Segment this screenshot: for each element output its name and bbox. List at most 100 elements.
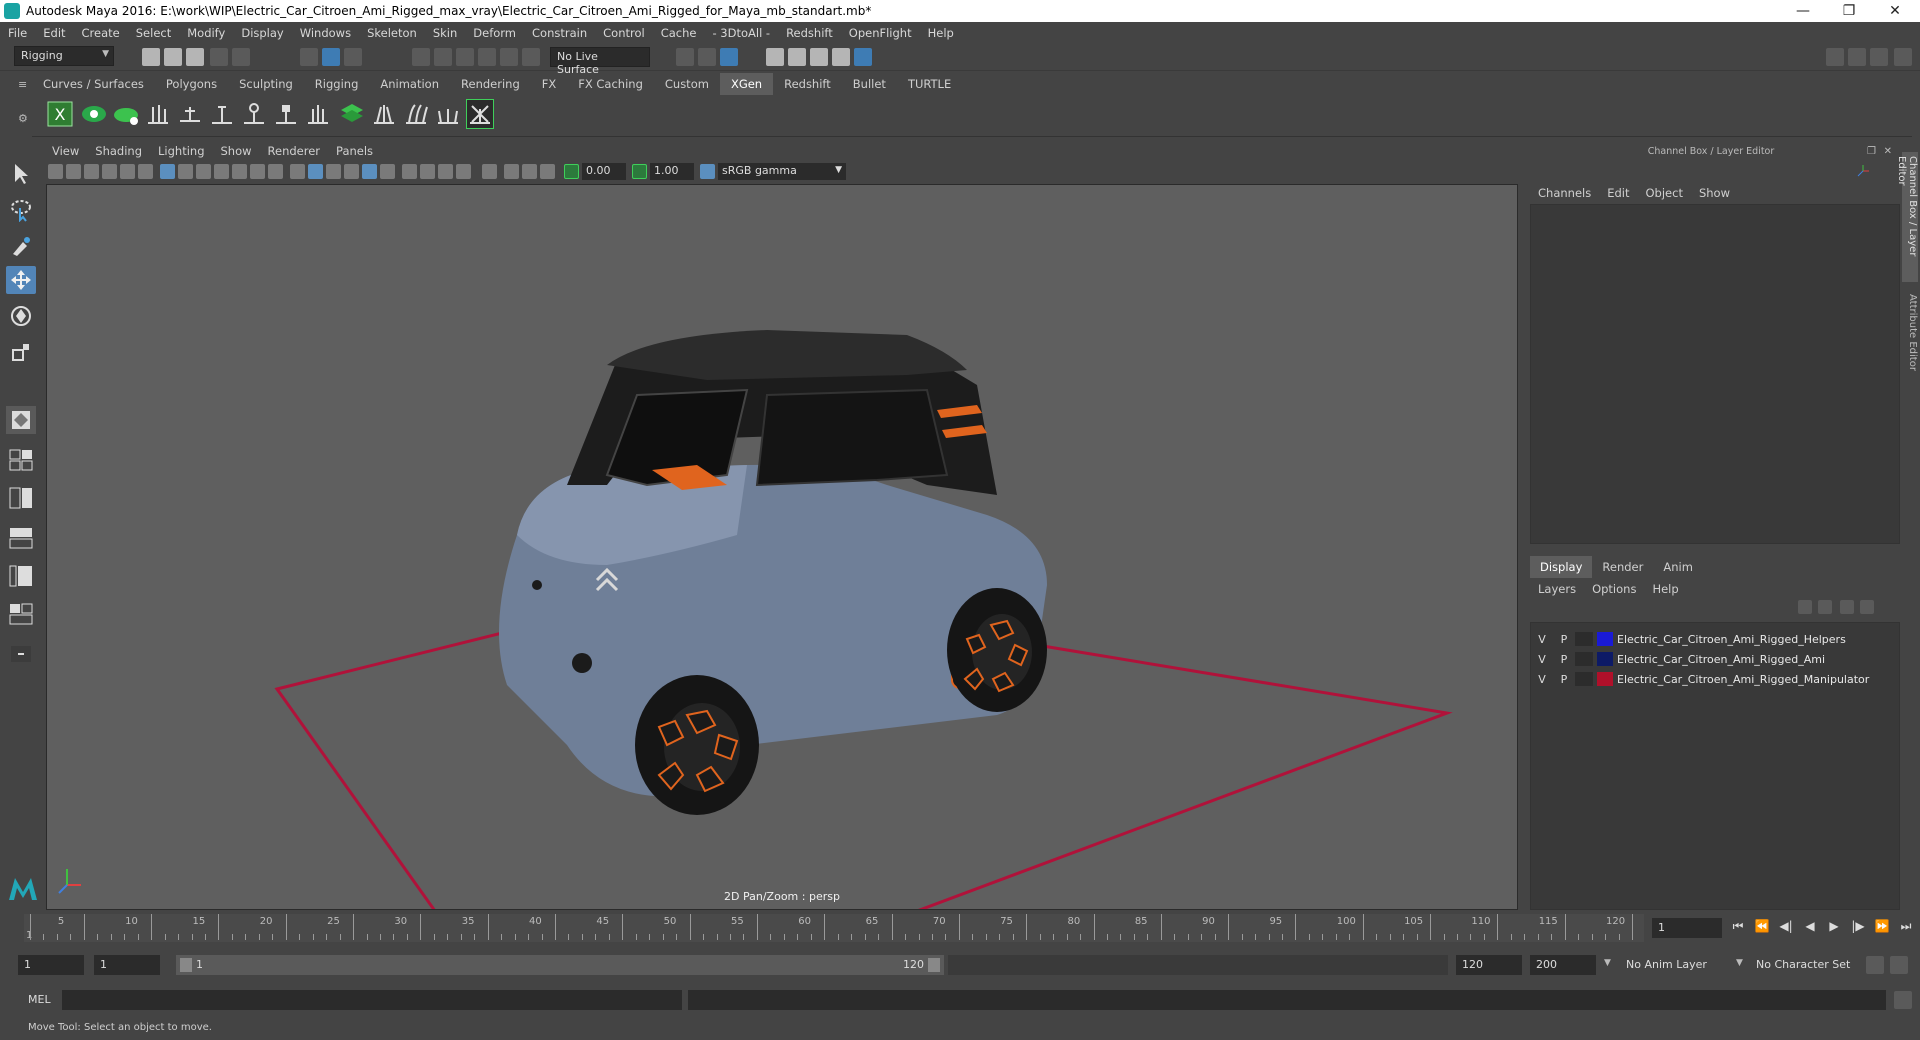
vp-menu-lighting[interactable]: Lighting bbox=[150, 144, 212, 158]
side-tab-channel-box[interactable]: Channel Box / Layer Editor bbox=[1896, 152, 1918, 282]
render-settings-icon[interactable] bbox=[832, 48, 850, 66]
render-view-icon[interactable] bbox=[766, 48, 784, 66]
menu-openflight[interactable]: OpenFlight bbox=[841, 26, 920, 40]
layer-visibility-toggle[interactable]: V bbox=[1531, 633, 1553, 646]
range-slider[interactable]: 1 120 bbox=[176, 955, 944, 975]
lock-guides-icon[interactable] bbox=[272, 99, 300, 129]
xray-icon[interactable] bbox=[504, 164, 519, 179]
view-transform-dropdown[interactable]: sRGB gamma ▼ bbox=[718, 163, 846, 180]
textured-icon[interactable] bbox=[362, 164, 377, 179]
safe-action-icon[interactable] bbox=[250, 164, 265, 179]
vp-menu-renderer[interactable]: Renderer bbox=[260, 144, 329, 158]
grease-pencil-icon[interactable] bbox=[138, 164, 153, 179]
layer-color-swatch[interactable] bbox=[1597, 632, 1613, 646]
tab-custom[interactable]: Custom bbox=[654, 73, 720, 95]
step-back-key-icon[interactable]: ⏪ bbox=[1754, 918, 1770, 934]
restore-button[interactable]: ❐ bbox=[1826, 0, 1872, 22]
xray-active-components-icon[interactable] bbox=[522, 164, 537, 179]
undo-icon[interactable] bbox=[210, 48, 228, 66]
tab-rigging[interactable]: Rigging bbox=[304, 73, 370, 95]
input-ops-icon[interactable] bbox=[676, 48, 694, 66]
menu-control[interactable]: Control bbox=[595, 26, 653, 40]
menu-edit[interactable]: Edit bbox=[35, 26, 73, 40]
shelf-settings-icon[interactable]: ⚙ bbox=[18, 112, 30, 125]
menu-cache[interactable]: Cache bbox=[653, 26, 705, 40]
wireframe-icon[interactable] bbox=[290, 164, 305, 179]
panel-float-icon[interactable]: ❐ bbox=[1867, 146, 1876, 157]
menu-windows[interactable]: Windows bbox=[292, 26, 359, 40]
groom-comb-icon[interactable] bbox=[434, 99, 462, 129]
le-menu-options[interactable]: Options bbox=[1584, 582, 1644, 596]
panel-close-icon[interactable]: ✕ bbox=[1884, 146, 1892, 157]
animation-start-field[interactable]: 1 bbox=[18, 955, 84, 975]
tab-redshift[interactable]: Redshift bbox=[773, 73, 842, 95]
select-camera-icon[interactable] bbox=[48, 164, 63, 179]
snap-curve-icon[interactable] bbox=[434, 48, 452, 66]
redo-icon[interactable] bbox=[232, 48, 250, 66]
menu-redshift[interactable]: Redshift bbox=[778, 26, 841, 40]
menuset-dropdown[interactable]: Rigging ▼ bbox=[14, 46, 114, 66]
xgen-toggle-icon[interactable] bbox=[466, 99, 494, 129]
menu-display[interactable]: Display bbox=[233, 26, 291, 40]
axis-display-icon[interactable] bbox=[1856, 164, 1870, 178]
vp-menu-shading[interactable]: Shading bbox=[87, 144, 150, 158]
tab-bullet[interactable]: Bullet bbox=[842, 73, 897, 95]
color-management-icon[interactable] bbox=[700, 164, 715, 179]
step-forward-frame-icon[interactable]: |▶ bbox=[1850, 918, 1866, 934]
menu-select[interactable]: Select bbox=[128, 26, 179, 40]
safe-title-icon[interactable] bbox=[268, 164, 283, 179]
current-frame-field[interactable]: 1 bbox=[1652, 918, 1722, 938]
3d-viewport[interactable]: 2D Pan/Zoom : persp bbox=[46, 184, 1518, 910]
vp-menu-panels[interactable]: Panels bbox=[328, 144, 381, 158]
step-back-frame-icon[interactable]: ◀| bbox=[1778, 918, 1794, 934]
layer-display-type[interactable] bbox=[1575, 632, 1593, 646]
chevron-down-icon[interactable]: ▼ bbox=[1736, 958, 1743, 968]
menu-create[interactable]: Create bbox=[74, 26, 128, 40]
xgen-preview-icon[interactable] bbox=[80, 99, 108, 129]
layer-color-swatch[interactable] bbox=[1597, 672, 1613, 686]
minimize-button[interactable]: — bbox=[1780, 0, 1826, 22]
four-view-layout-icon[interactable] bbox=[6, 446, 36, 474]
tab-sculpting[interactable]: Sculpting bbox=[228, 73, 304, 95]
live-surface-field[interactable]: No Live Surface bbox=[550, 47, 650, 76]
smooth-shade-icon[interactable] bbox=[308, 164, 323, 179]
step-forward-key-icon[interactable]: ⏩ bbox=[1874, 918, 1890, 934]
snap-grid-icon[interactable] bbox=[412, 48, 430, 66]
tab-polygons[interactable]: Polygons bbox=[155, 73, 228, 95]
layer-row[interactable]: V P Electric_Car_Citroen_Ami_Rigged_Ami bbox=[1531, 649, 1899, 669]
hypershade-icon[interactable] bbox=[854, 48, 872, 66]
select-object-icon[interactable] bbox=[322, 48, 340, 66]
gate-mask-icon[interactable] bbox=[214, 164, 229, 179]
range-end-handle[interactable] bbox=[928, 958, 940, 972]
tab-turtle[interactable]: TURTLE bbox=[897, 73, 962, 95]
menu-skin[interactable]: Skin bbox=[425, 26, 465, 40]
xray-joints-icon[interactable] bbox=[540, 164, 555, 179]
open-scene-icon[interactable] bbox=[164, 48, 182, 66]
tab-anim[interactable]: Anim bbox=[1653, 556, 1703, 578]
screen-space-ao-icon[interactable] bbox=[420, 164, 435, 179]
lasso-tool-icon[interactable] bbox=[6, 196, 36, 224]
xgen-editor-icon[interactable]: X bbox=[46, 99, 74, 129]
layer-display-type[interactable] bbox=[1575, 672, 1593, 686]
persp-outliner-layout-icon[interactable] bbox=[6, 562, 36, 590]
menu-file[interactable]: File bbox=[0, 26, 35, 40]
wireframe-on-shaded-icon[interactable] bbox=[344, 164, 359, 179]
exposure-toggle-icon[interactable] bbox=[564, 164, 579, 179]
resolution-gate-icon[interactable] bbox=[196, 164, 211, 179]
isolate-select-icon[interactable] bbox=[482, 164, 497, 179]
layered-description-icon[interactable] bbox=[338, 99, 366, 129]
side-by-side-layout-icon[interactable] bbox=[6, 484, 36, 512]
xgen-primitive-icon[interactable] bbox=[112, 99, 140, 129]
move-tool-icon[interactable] bbox=[6, 266, 36, 294]
image-plane-icon[interactable] bbox=[102, 164, 117, 179]
script-editor-icon[interactable] bbox=[1894, 991, 1912, 1009]
auto-key-icon[interactable] bbox=[1866, 956, 1884, 974]
menu-help[interactable]: Help bbox=[920, 26, 962, 40]
layer-row[interactable]: V P Electric_Car_Citroen_Ami_Rigged_Help… bbox=[1531, 629, 1899, 649]
film-gate-icon[interactable] bbox=[178, 164, 193, 179]
vp-menu-show[interactable]: Show bbox=[213, 144, 260, 158]
anti-aliasing-icon[interactable] bbox=[456, 164, 471, 179]
groom-brush-icon[interactable] bbox=[402, 99, 430, 129]
new-scene-icon[interactable] bbox=[142, 48, 160, 66]
move-layer-up-icon[interactable] bbox=[1798, 600, 1812, 614]
